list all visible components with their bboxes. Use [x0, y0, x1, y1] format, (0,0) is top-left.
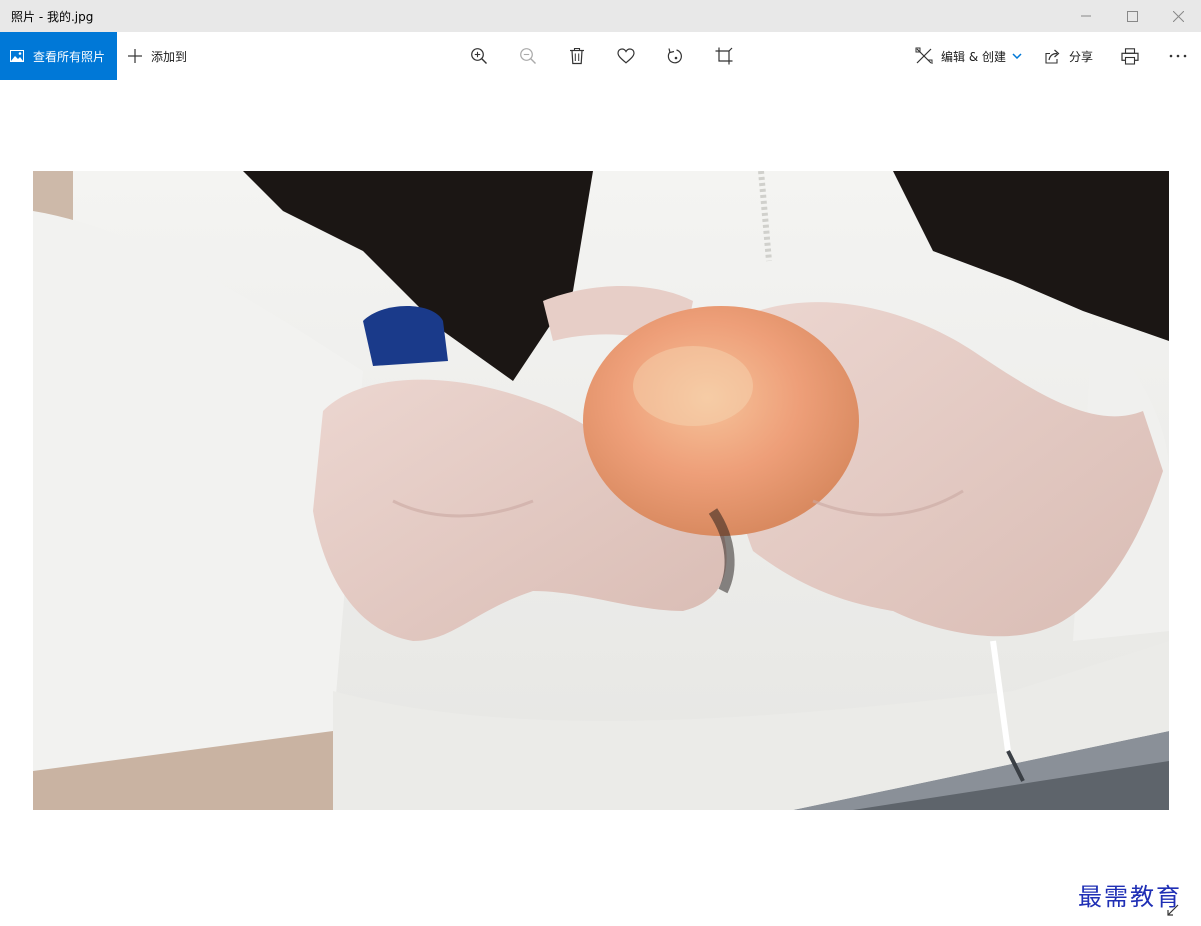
add-to-label: 添加到: [151, 49, 188, 64]
print-icon: [1121, 47, 1139, 65]
plus-icon: [128, 49, 142, 63]
close-icon: [1172, 10, 1184, 22]
minimize-icon: [1081, 15, 1091, 17]
edit-create-button[interactable]: 编辑 & 创建: [915, 32, 1022, 80]
rotate-icon: [667, 48, 682, 64]
expand-icon[interactable]: [1166, 903, 1180, 917]
edit-create-label: 编辑 & 创建: [941, 49, 1006, 64]
maximize-icon: [1126, 10, 1138, 22]
photo-image: [33, 171, 1169, 810]
toolbar: 查看所有照片 添加到 编辑 & 创建 分享: [0, 32, 1201, 80]
heart-icon: [617, 48, 635, 64]
zoom-out-button[interactable]: [516, 44, 540, 68]
view-all-photos-label: 查看所有照片: [33, 49, 106, 64]
zoom-out-icon: [520, 48, 536, 64]
print-button[interactable]: [1118, 44, 1142, 68]
more-options-button[interactable]: [1166, 44, 1190, 68]
minimize-button[interactable]: [1063, 0, 1109, 32]
zoom-in-button[interactable]: [467, 44, 491, 68]
favorite-button[interactable]: [614, 44, 638, 68]
photo-icon: [10, 50, 24, 62]
close-button[interactable]: [1155, 0, 1201, 32]
chevron-down-icon: [1012, 53, 1022, 59]
title-bar: 照片 - 我的.jpg: [0, 0, 1201, 32]
delete-button[interactable]: [565, 44, 589, 68]
zoom-in-icon: [471, 48, 487, 64]
crop-icon: [715, 47, 733, 65]
photo-canvas[interactable]: [33, 171, 1169, 810]
view-all-photos-button[interactable]: 查看所有照片: [0, 32, 117, 80]
more-icon: [1169, 54, 1187, 58]
share-icon: [1045, 49, 1060, 64]
edit-create-icon: [915, 47, 933, 64]
share-button[interactable]: 分享: [1044, 32, 1093, 80]
maximize-button[interactable]: [1109, 0, 1155, 32]
share-label: 分享: [1069, 49, 1094, 64]
delete-icon: [570, 47, 584, 65]
crop-button[interactable]: [712, 44, 736, 68]
rotate-button[interactable]: [663, 44, 687, 68]
window-title: 照片 - 我的.jpg: [11, 10, 94, 24]
add-to-button[interactable]: 添加到: [127, 32, 187, 80]
